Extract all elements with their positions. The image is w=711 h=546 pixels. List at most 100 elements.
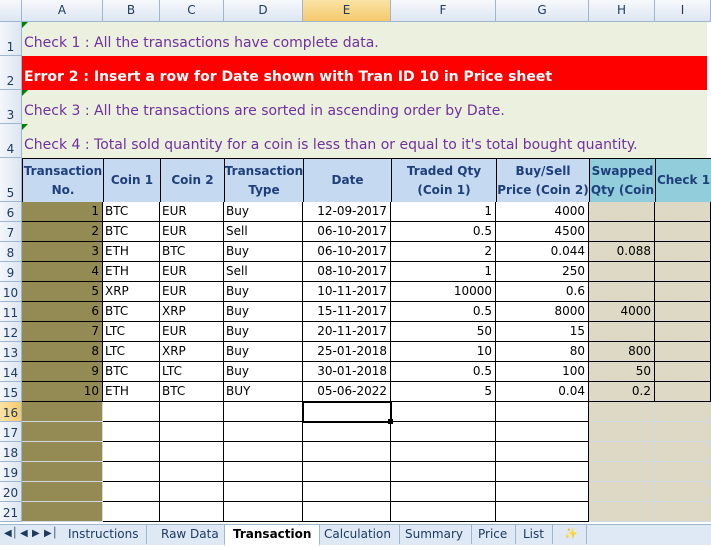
table-cell[interactable]: Buy (224, 322, 303, 342)
table-cell[interactable] (655, 242, 711, 262)
table-cell[interactable]: 100 (496, 362, 589, 382)
row-header-3[interactable]: 3 (0, 90, 22, 124)
empty-cell[interactable] (160, 402, 224, 422)
empty-cell[interactable] (103, 402, 160, 422)
table-cell[interactable]: 10 (22, 382, 103, 402)
table-cell[interactable]: LTC (103, 322, 160, 342)
empty-cell[interactable] (303, 442, 391, 462)
empty-cell[interactable] (303, 482, 391, 502)
table-cell[interactable]: 25-01-2018 (303, 342, 391, 362)
column-header-f[interactable]: F (391, 0, 496, 22)
table-cell[interactable] (655, 382, 711, 402)
table-cell[interactable]: 0.5 (391, 222, 496, 242)
table-cell[interactable]: Buy (224, 282, 303, 302)
empty-cell[interactable] (224, 482, 303, 502)
table-cell[interactable]: 20-11-2017 (303, 322, 391, 342)
table-cell[interactable]: ETH (103, 242, 160, 262)
table-cell[interactable] (589, 322, 655, 342)
table-cell[interactable]: 1 (391, 262, 496, 282)
empty-cell[interactable] (103, 442, 160, 462)
table-cell[interactable]: 5 (391, 382, 496, 402)
row-header-17[interactable]: 17 (0, 422, 22, 442)
table-cell[interactable]: EUR (160, 222, 224, 242)
spreadsheet-grid[interactable]: A B C D E F G H I 1 2 3 4 5 6 7 8 9 10 11 12 13 14 15 16 17 18 19 20… (0, 0, 711, 524)
table-cell[interactable]: 2 (22, 222, 103, 242)
empty-cell[interactable] (22, 502, 103, 522)
table-cell[interactable]: 08-10-2017 (303, 262, 391, 282)
row-header-18[interactable]: 18 (0, 442, 22, 462)
table-cell[interactable] (655, 322, 711, 342)
table-cell[interactable]: XRP (160, 342, 224, 362)
empty-cell[interactable] (655, 462, 711, 482)
row-header-16[interactable]: 16 (0, 402, 22, 422)
row-header-1[interactable]: 1 (0, 22, 22, 56)
empty-cell[interactable] (496, 462, 589, 482)
empty-cell[interactable] (224, 462, 303, 482)
empty-cell[interactable] (391, 422, 496, 442)
empty-cell[interactable] (22, 482, 103, 502)
sheet-tab-raw-data[interactable]: Raw Data (153, 525, 228, 544)
table-cell[interactable]: 0.2 (589, 382, 655, 402)
table-cell[interactable]: 800 (589, 342, 655, 362)
last-sheet-icon[interactable]: ▶│ (44, 528, 58, 539)
empty-cell[interactable] (160, 422, 224, 442)
table-cell[interactable]: 1 (391, 202, 496, 222)
table-cell[interactable] (655, 222, 711, 242)
table-cell[interactable]: EUR (160, 322, 224, 342)
empty-cell[interactable] (391, 442, 496, 462)
sheet-tab-list[interactable]: List (515, 525, 553, 544)
empty-cell[interactable] (224, 442, 303, 462)
row-header-11[interactable]: 11 (0, 302, 22, 322)
sheet-tab-calculation[interactable]: Calculation (316, 525, 400, 544)
row-header-12[interactable]: 12 (0, 322, 22, 342)
empty-cell[interactable] (103, 462, 160, 482)
table-cell[interactable]: 7 (22, 322, 103, 342)
table-cell[interactable]: 10000 (391, 282, 496, 302)
row-header-4[interactable]: 4 (0, 124, 22, 158)
table-cell[interactable]: Buy (224, 362, 303, 382)
row-header-10[interactable]: 10 (0, 282, 22, 302)
table-cell[interactable]: BUY (224, 382, 303, 402)
table-cell[interactable]: 0.088 (589, 242, 655, 262)
table-cell[interactable]: EUR (160, 282, 224, 302)
row-header-2[interactable]: 2 (0, 56, 22, 90)
column-header-b[interactable]: B (103, 0, 160, 22)
table-cell[interactable] (655, 362, 711, 382)
table-cell[interactable]: 12-09-2017 (303, 202, 391, 222)
table-cell[interactable]: 4500 (496, 222, 589, 242)
sheet-tab-instructions[interactable]: Instructions (60, 525, 148, 544)
table-cell[interactable]: Buy (224, 242, 303, 262)
sheet-tab-transaction[interactable]: Transaction (224, 525, 321, 546)
table-cell[interactable]: 0.044 (496, 242, 589, 262)
table-cell[interactable]: 0.04 (496, 382, 589, 402)
row-header-7[interactable]: 7 (0, 222, 22, 242)
table-cell[interactable]: 80 (496, 342, 589, 362)
table-cell[interactable]: ETH (103, 262, 160, 282)
empty-cell[interactable] (103, 482, 160, 502)
empty-cell[interactable] (589, 502, 655, 522)
table-cell[interactable]: 50 (589, 362, 655, 382)
empty-cell[interactable] (160, 502, 224, 522)
table-cell[interactable]: 4000 (496, 202, 589, 222)
table-cell[interactable]: 4 (22, 262, 103, 282)
empty-cell[interactable] (655, 422, 711, 442)
empty-cell[interactable] (655, 402, 711, 422)
sheet-tab-price[interactable]: Price (470, 525, 517, 544)
table-cell[interactable] (589, 202, 655, 222)
table-cell[interactable] (589, 222, 655, 242)
prev-sheet-icon[interactable]: ◀ (20, 528, 28, 539)
table-cell[interactable]: BTC (103, 362, 160, 382)
table-cell[interactable]: 10-11-2017 (303, 282, 391, 302)
row-header-19[interactable]: 19 (0, 462, 22, 482)
table-cell[interactable]: LTC (160, 362, 224, 382)
table-cell[interactable]: 0.5 (391, 302, 496, 322)
column-header-i[interactable]: I (655, 0, 711, 22)
empty-cell[interactable] (391, 482, 496, 502)
row-header-21[interactable]: 21 (0, 502, 22, 522)
table-cell[interactable] (655, 302, 711, 322)
table-cell[interactable]: Sell (224, 262, 303, 282)
empty-cell[interactable] (160, 442, 224, 462)
table-cell[interactable]: 8000 (496, 302, 589, 322)
select-all-corner[interactable] (0, 0, 22, 22)
table-cell[interactable]: 30-01-2018 (303, 362, 391, 382)
